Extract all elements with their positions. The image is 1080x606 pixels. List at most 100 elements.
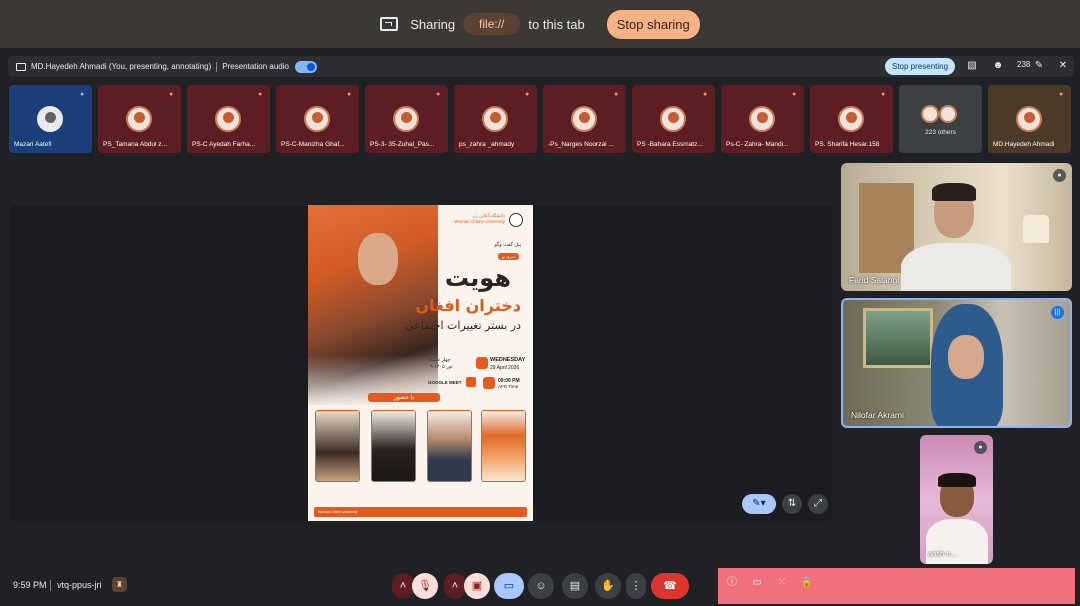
screen-share-icon [380,17,399,31]
presentation-audio-toggle[interactable] [294,60,317,73]
sharing-label: Sharing [410,16,456,32]
divider [50,580,51,591]
avatar [482,106,508,132]
captions-button[interactable]: ▤ [562,573,588,599]
people-icon[interactable]: ☻ [991,59,1005,73]
poster-speakers [315,410,527,490]
speaker-card [481,410,526,484]
video-options-chevron-icon[interactable]: ˄ [444,573,466,599]
avatar [393,106,419,132]
avatar [921,105,939,123]
person-hair [938,473,976,487]
mic-off-button[interactable]: 🎙 [412,573,438,599]
avatar [1016,106,1042,132]
stop-presenting-button[interactable]: Stop presenting [885,58,956,75]
video-tile[interactable]: ● Farid Salangi [841,163,1072,291]
mic-off-icon: ● [881,91,886,98]
poster-presence: با حضور [368,393,441,402]
participant-name: Ps-C- Zahra- Mandi... [726,141,789,148]
chat-icon[interactable]: ▭ [750,576,764,590]
participant-tile[interactable]: ● Mazari Aatefi [9,85,92,153]
avatar [660,106,686,132]
avatar [304,106,330,132]
annotate-pen-icon[interactable]: ✎ [1032,59,1046,73]
video-name: Farid Salangi [849,275,900,285]
mic-off-icon: ● [1053,169,1066,182]
avatar [571,106,597,132]
present-now-button[interactable]: ▭ [494,573,524,599]
mic-off-icon: ● [1059,91,1064,98]
clear-annotations-icon[interactable]: ✕ [1056,59,1070,73]
stop-sharing-button[interactable]: Stop sharing [606,9,700,39]
poster-footer: Woman Online University [314,507,527,517]
mic-off-icon: ● [792,91,797,98]
fullscreen-icon[interactable]: ⤢ [808,494,828,514]
university-logo [509,213,523,227]
leave-call-button[interactable]: ☎ [651,573,689,599]
mic-off-icon: ● [703,91,708,98]
annotate-toggle-button[interactable]: ✎▾ [742,494,776,514]
participant-name: PS-C-Manizha Ghaf... [281,141,345,148]
mic-off-icon: ● [525,91,530,98]
meeting-details-icon[interactable]: ⓘ [725,576,739,590]
speaker-photo [481,410,526,482]
mic-icon: ● [80,91,85,98]
shared-source: file:// [463,13,521,35]
video-tile[interactable]: ● arish o... [920,435,993,564]
participant-tile[interactable]: ● PS-C Ayedah Farha... [187,85,270,153]
university-name-en: Woman Online University [454,219,505,224]
mic-off-icon: ● [347,91,352,98]
camera-off-button[interactable]: ▣ [464,573,490,599]
participant-tile[interactable]: ● PS_Tamana Abdul z... [98,85,181,153]
participant-tile[interactable]: ● Ps-C- Zahra- Mandi... [721,85,804,153]
divider [216,61,218,72]
poster-university: دانشگاه آنلاین زن Woman Online Universit… [454,213,505,225]
poster-subtitle: در بستر تغییرات اجتماعی [404,319,521,332]
presenting-bar: MD.Hayedeh Ahmadi (You, presenting, anno… [8,56,1074,77]
mic-off-icon: ● [258,91,263,98]
participant-name: ps_zahra _ahmady [459,141,515,148]
meet-icon [466,377,476,387]
meeting-code: vtq-ppus-jri [57,580,102,590]
mic-off-icon: ● [169,91,174,98]
more-options-button[interactable]: ⋮ [626,573,646,599]
participant-tile[interactable]: ● PS-3- 35-Zuhal_Pas... [365,85,448,153]
participant-tile[interactable]: ● -Ps_Narges Noorzai ... [543,85,626,153]
speaker-photo [315,410,360,482]
participant-tile[interactable]: ● PS -Bahara Essmatz... [632,85,715,153]
participant-tile[interactable]: ● PS-C-Manizha Ghaf... [276,85,359,153]
participant-name: Mazari Aatefi [14,141,52,148]
mic-off-icon: ● [614,91,619,98]
self-tile[interactable]: ● MD.Hayedeh Ahmadi [988,85,1071,153]
speaker-photo [371,410,416,482]
host-badge-icon[interactable]: ♜ [112,577,127,592]
raise-hand-button[interactable]: ✋ [595,573,621,599]
video-name: arish o... [928,549,957,558]
video-name: Nilofar Akrami [851,410,904,420]
to-tab-label: to this tab [528,16,585,32]
poster-platform: GOOGLE MEET [428,380,462,385]
side-panel-controls: ⓘ ▭ ⁙ 🔒 [718,568,1075,604]
unpin-icon[interactable]: ⇅ [782,494,802,514]
hide-annotations-icon[interactable]: ▧ [965,59,979,73]
poster-date: 29 April 2026 [490,365,520,371]
stage-controls: ✎▾ ⇅ ⤢ [742,494,828,514]
audio-options-chevron-icon[interactable]: ˄ [392,573,414,599]
participant-name: PS-C Ayedah Farha... [192,141,256,148]
video-tile-active-speaker[interactable]: ||| Nilofar Akrami [841,298,1072,428]
host-controls-icon[interactable]: 🔒 [800,576,814,590]
poster-panel-label: پنل گفت وگو [494,242,521,248]
others-tile[interactable]: 223 others [899,85,982,153]
speaker-photo [427,410,472,482]
others-count: 223 others [925,129,956,136]
participant-tile[interactable]: ● ps_zahra _ahmady [454,85,537,153]
speaker-card [371,410,416,484]
activities-icon[interactable]: ⁙ [775,576,789,590]
mic-off-icon: ● [974,441,987,454]
poster-day-fa: چهار شنبه [430,357,451,363]
participant-name: PS_Tamana Abdul z... [103,141,167,148]
participant-tile[interactable]: ● PS. Sharifa Hesar.158 [810,85,893,153]
presentation-audio-label: Presentation audio [222,62,289,71]
participant-name: -Ps_Narges Noorzai ... [548,141,614,148]
emoji-reactions-button[interactable]: ☺ [528,573,554,599]
